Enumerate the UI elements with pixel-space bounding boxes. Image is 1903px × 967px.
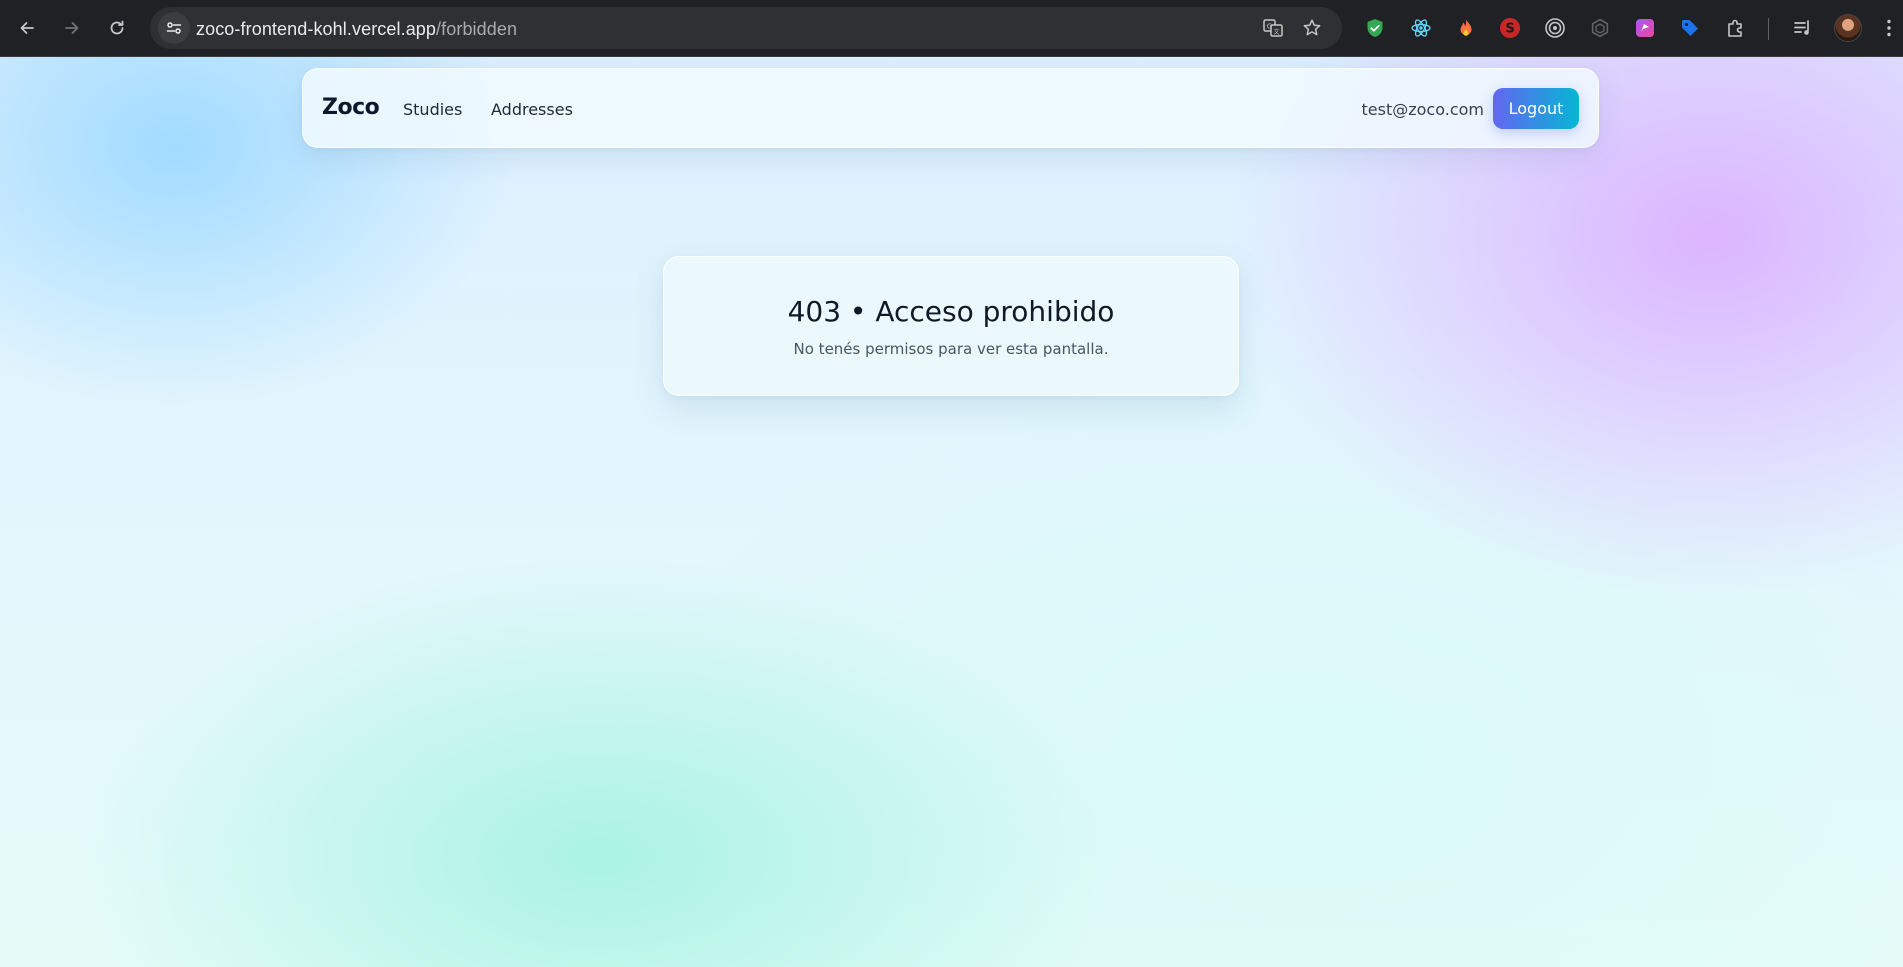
arrow-right-icon xyxy=(65,22,79,34)
back-button[interactable] xyxy=(12,13,42,43)
browser-menu-button[interactable] xyxy=(1875,14,1903,42)
page-viewport: Zoco Studies Addresses test@zoco.com Log… xyxy=(0,57,1903,967)
site-settings-icon xyxy=(166,22,182,34)
app-navbar: Zoco Studies Addresses test@zoco.com Log… xyxy=(302,68,1599,148)
error-message: No tenés permisos para ver esta pantalla… xyxy=(793,340,1109,358)
extension-react[interactable] xyxy=(1407,14,1435,42)
reload-icon xyxy=(110,20,124,35)
profile-avatar[interactable] xyxy=(1834,14,1862,42)
url-path: /forbidden xyxy=(436,19,518,39)
target-icon xyxy=(1545,18,1565,38)
site-info-button[interactable] xyxy=(158,12,190,44)
browser-toolbar: zoco-frontend-kohl.vercel.app/forbidden … xyxy=(0,0,1903,57)
logout-button[interactable]: Logout xyxy=(1493,88,1579,129)
extension-shield[interactable] xyxy=(1361,14,1389,42)
url-text[interactable]: zoco-frontend-kohl.vercel.app/forbidden xyxy=(196,19,517,40)
nav-link-addresses[interactable]: Addresses xyxy=(491,100,573,119)
purple-app-icon xyxy=(1636,19,1654,37)
error-title: 403 • Acceso prohibido xyxy=(787,295,1115,328)
extension-purple-app[interactable] xyxy=(1631,14,1659,42)
tag-icon xyxy=(1682,20,1698,36)
address-bar[interactable]: zoco-frontend-kohl.vercel.app/forbidden … xyxy=(150,7,1342,49)
svg-text:文: 文 xyxy=(1273,28,1279,36)
media-control-button[interactable] xyxy=(1789,14,1817,42)
translate-button[interactable]: G 文 xyxy=(1261,16,1285,40)
seo-icon: S xyxy=(1500,18,1520,38)
svg-text:G: G xyxy=(1267,23,1272,31)
bookmark-button[interactable] xyxy=(1300,16,1324,40)
react-devtools-icon xyxy=(1411,19,1431,37)
forbidden-card: 403 • Acceso prohibido No tenés permisos… xyxy=(663,256,1239,396)
extension-tag[interactable] xyxy=(1676,14,1704,42)
extension-target[interactable] xyxy=(1541,14,1569,42)
star-icon xyxy=(1303,19,1321,36)
extension-hexagon[interactable] xyxy=(1586,14,1614,42)
translate-icon: G 文 xyxy=(1263,19,1283,37)
extensions-menu-button[interactable] xyxy=(1722,14,1750,42)
svg-text:S: S xyxy=(1505,22,1514,37)
arrow-left-icon xyxy=(20,22,34,34)
kebab-menu-icon xyxy=(1887,19,1891,37)
puzzle-icon xyxy=(1728,19,1742,37)
media-control-icon xyxy=(1794,20,1809,35)
url-host: zoco-frontend-kohl.vercel.app xyxy=(196,19,437,39)
user-email: test@zoco.com xyxy=(1361,100,1484,119)
brand-logo[interactable]: Zoco xyxy=(322,95,380,120)
nav-link-studies[interactable]: Studies xyxy=(403,100,462,119)
forward-button[interactable] xyxy=(57,13,87,43)
shield-check-icon xyxy=(1367,19,1383,37)
extension-fire[interactable] xyxy=(1452,14,1480,42)
hexagon-icon xyxy=(1591,18,1609,38)
reload-button[interactable] xyxy=(102,13,132,43)
toolbar-separator xyxy=(1768,18,1769,40)
extension-seo[interactable]: S xyxy=(1496,14,1524,42)
fire-icon xyxy=(1460,19,1472,36)
